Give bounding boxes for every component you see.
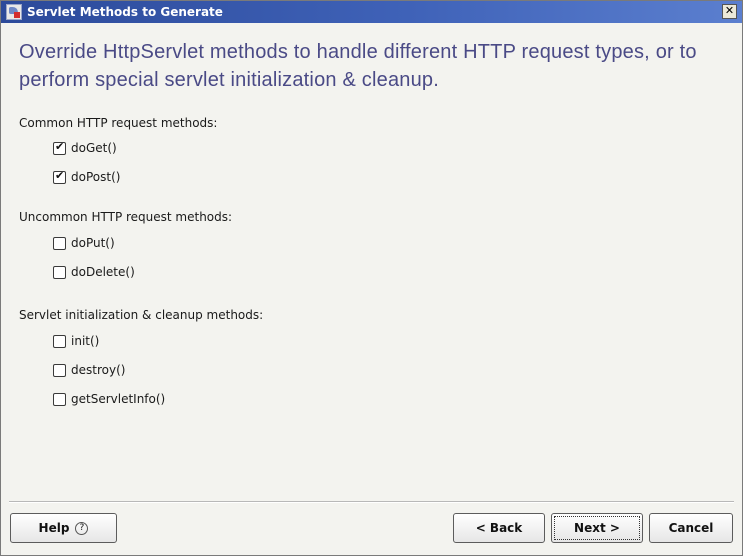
checkbox-doget[interactable] xyxy=(53,140,66,155)
footer-separator xyxy=(9,501,734,503)
checkbox-label-destroy: destroy() xyxy=(71,363,126,377)
checkbox-label-dopost: doPost() xyxy=(71,170,121,184)
group-label-common: Common HTTP request methods: xyxy=(19,116,218,130)
group-label-uncommon: Uncommon HTTP request methods: xyxy=(19,210,233,224)
checkbox-dopost[interactable] xyxy=(53,169,66,184)
window-title: Servlet Methods to Generate xyxy=(27,5,223,19)
checkbox-row-getservletinfo[interactable]: getServletInfo() xyxy=(53,391,165,407)
checkbox-dodelete[interactable] xyxy=(53,265,66,279)
title-bar[interactable]: Servlet Methods to Generate ✕ xyxy=(1,1,742,23)
back-button-label: < Back xyxy=(475,521,523,535)
checkbox-row-doput[interactable]: doPut() xyxy=(53,235,115,251)
cancel-button-label: Cancel xyxy=(668,521,714,535)
checkbox-row-destroy[interactable]: destroy() xyxy=(53,362,125,378)
dialog-window: Servlet Methods to Generate ✕ Override H… xyxy=(0,0,743,556)
checkbox-row-init[interactable]: init() xyxy=(53,333,99,349)
close-button[interactable]: ✕ xyxy=(722,4,737,19)
checkbox-row-dopost[interactable]: doPost() xyxy=(53,169,120,185)
next-button[interactable]: Next > xyxy=(551,513,643,543)
checkbox-row-dodelete[interactable]: doDelete() xyxy=(53,264,135,280)
checkbox-label-init: init() xyxy=(71,334,100,348)
checkbox-label-doput: doPut() xyxy=(71,236,115,250)
help-button-label: Help xyxy=(38,521,70,535)
checkbox-init[interactable] xyxy=(53,334,66,348)
cancel-button[interactable]: Cancel xyxy=(649,513,733,543)
app-icon xyxy=(6,4,22,20)
page-heading: Override HttpServlet methods to handle d… xyxy=(19,41,697,91)
checkbox-label-doget: doGet() xyxy=(71,141,117,155)
next-button-label: Next > xyxy=(574,521,620,535)
back-button[interactable]: < Back xyxy=(453,513,545,543)
checkbox-doput[interactable] xyxy=(53,236,66,250)
checkbox-label-getservletinfo: getServletInfo() xyxy=(71,392,166,406)
checkbox-row-doget[interactable]: doGet() xyxy=(53,140,117,156)
help-button[interactable]: Help ? xyxy=(10,513,117,543)
group-label-servlet-init: Servlet initialization & cleanup methods… xyxy=(19,308,264,322)
checkbox-label-dodelete: doDelete() xyxy=(71,265,135,279)
help-icon: ? xyxy=(75,521,89,535)
checkbox-getservletinfo[interactable] xyxy=(53,392,66,406)
checkbox-destroy[interactable] xyxy=(53,363,66,377)
